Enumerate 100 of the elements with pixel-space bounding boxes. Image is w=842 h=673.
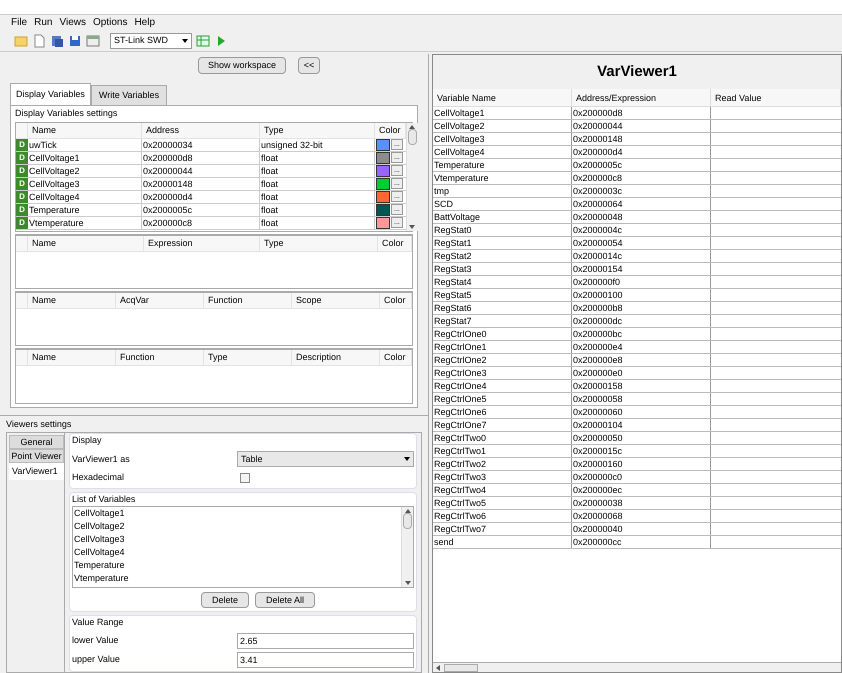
color-swatch[interactable] [376, 204, 390, 216]
table-cell: 0x20000048 [572, 211, 711, 223]
table-cell: Temperature [433, 159, 572, 171]
table-cell: 0x20000040 [572, 523, 711, 535]
viewer-tab[interactable]: General [9, 434, 64, 449]
column-header[interactable]: Name [28, 236, 144, 251]
show-workspace-button[interactable]: Show workspace [198, 57, 286, 74]
scroll-left-icon[interactable] [436, 664, 440, 670]
column-header[interactable]: Scope [292, 293, 380, 308]
mode-dropdown[interactable]: Table [237, 451, 414, 468]
caret-icon [182, 38, 188, 42]
field-label: lower Value [72, 634, 120, 648]
column-header[interactable]: Color [378, 236, 412, 251]
column-header[interactable]: Name [28, 293, 116, 308]
scroll-thumb[interactable] [444, 664, 478, 672]
table-cell: 0x200000e4 [572, 341, 711, 353]
variable-badge: D [16, 190, 28, 203]
column-header[interactable]: Function [116, 350, 204, 366]
column-header[interactable]: Type [260, 122, 375, 138]
column-header[interactable]: Address/Expression [572, 89, 711, 106]
delete-button[interactable]: Delete All [254, 592, 316, 608]
table-cell: 0x20000038 [572, 497, 711, 509]
menu-item[interactable]: Help [134, 15, 156, 30]
color-swatch[interactable] [376, 190, 390, 203]
column-header[interactable]: Color [380, 293, 412, 308]
menu-item[interactable]: Options [92, 15, 128, 30]
table-cell: RegStat4 [433, 276, 572, 288]
list-item[interactable]: CellVoltage3 [74, 533, 401, 546]
table-cell: RegCtrlTwo2 [433, 458, 572, 470]
column-header[interactable]: AcqVar [116, 293, 204, 308]
group-title: List of Variables [72, 492, 136, 506]
scrollbar[interactable] [406, 122, 418, 231]
variable-badge: D [16, 138, 28, 151]
table-cell: RegStat0 [433, 224, 572, 236]
list-item[interactable]: Vtemperature [74, 572, 401, 586]
save-icon[interactable] [68, 34, 82, 48]
column-header[interactable]: Read Value [711, 89, 841, 106]
table-cell: 0x200000d4 [572, 146, 711, 158]
table-cell: CellVoltage2 [433, 120, 572, 132]
variable-badge: D [16, 178, 28, 190]
table-cell: 0x20000044 [142, 164, 260, 177]
table-cell: float [260, 152, 375, 164]
table-cell: 0x20000044 [572, 120, 711, 132]
viewer-tab[interactable]: Point Viewer [9, 448, 64, 463]
column-header[interactable]: Function [204, 293, 292, 308]
table-cell: CellVoltage4 [28, 190, 142, 203]
list-item[interactable]: CellVoltage1 [74, 507, 401, 520]
upper-value-field[interactable]: 3.41 [237, 652, 414, 668]
color-swatch[interactable] [376, 152, 390, 164]
column-header[interactable]: Type [204, 350, 292, 366]
save-all-icon[interactable] [50, 34, 64, 48]
hexadecimal-checkbox[interactable] [240, 473, 250, 484]
color-swatch[interactable] [376, 178, 390, 190]
table-cell: 0x20000054 [572, 237, 711, 249]
document-icon[interactable] [32, 34, 46, 48]
column-header[interactable]: Address [142, 122, 260, 138]
table-icon[interactable] [196, 34, 210, 48]
delete-button[interactable]: Delete [200, 592, 249, 608]
table-cell: RegCtrlTwo4 [433, 484, 572, 496]
tab[interactable]: Write Variables [90, 85, 168, 106]
table-cell: 0x2000004c [572, 224, 711, 236]
table-cell: 0x200000bc [572, 328, 711, 340]
menu-item[interactable]: File [11, 15, 28, 30]
scrollbar[interactable] [401, 507, 413, 588]
menu-item[interactable]: Views [59, 15, 86, 30]
list-item[interactable]: Temperature [74, 559, 401, 572]
viewer-tab[interactable]: VarViewer1 [9, 462, 64, 480]
window-icon[interactable] [86, 34, 100, 48]
color-swatch[interactable] [376, 138, 390, 151]
connection-dropdown[interactable]: ST-Link SWD [110, 32, 192, 48]
table-cell: RegCtrlTwo3 [433, 471, 572, 483]
field-label: Hexadecimal [72, 471, 126, 484]
color-swatch[interactable] [376, 164, 390, 177]
list-item[interactable]: CellVoltage2 [74, 520, 401, 534]
table-cell: RegCtrlTwo5 [433, 497, 572, 509]
column-header[interactable]: Name [28, 122, 142, 138]
scroll-thumb[interactable] [408, 128, 417, 145]
color-swatch[interactable] [376, 216, 390, 229]
column-header[interactable]: Variable Name [433, 89, 572, 106]
column-header[interactable]: Type [260, 236, 378, 251]
scroll-thumb[interactable] [403, 513, 412, 530]
table-cell: uwTick [28, 138, 142, 151]
table-cell: 0x2000003c [572, 185, 711, 197]
table-cell: 0x200000c8 [142, 216, 260, 229]
tab[interactable]: Display Variables [10, 83, 91, 106]
scroll-down-icon[interactable] [409, 224, 416, 229]
table-cell: RegCtrlTwo7 [433, 523, 572, 535]
table-cell: 0x200000ec [572, 484, 711, 496]
caret-icon [404, 457, 410, 462]
column-header[interactable]: Description [292, 350, 380, 366]
table-cell: RegCtrlOne3 [433, 367, 572, 379]
horizontal-scrollbar[interactable] [433, 662, 841, 672]
menu-item[interactable]: Run [34, 15, 52, 30]
lower-value-field[interactable]: 2.65 [237, 632, 414, 649]
list-item[interactable]: CellVoltage4 [74, 546, 401, 560]
collapse-button[interactable]: << [298, 57, 320, 74]
column-header[interactable]: Name [28, 350, 116, 366]
scroll-down-icon[interactable] [404, 581, 410, 586]
column-header[interactable]: Color [380, 350, 412, 366]
column-header[interactable]: Expression [144, 236, 260, 251]
